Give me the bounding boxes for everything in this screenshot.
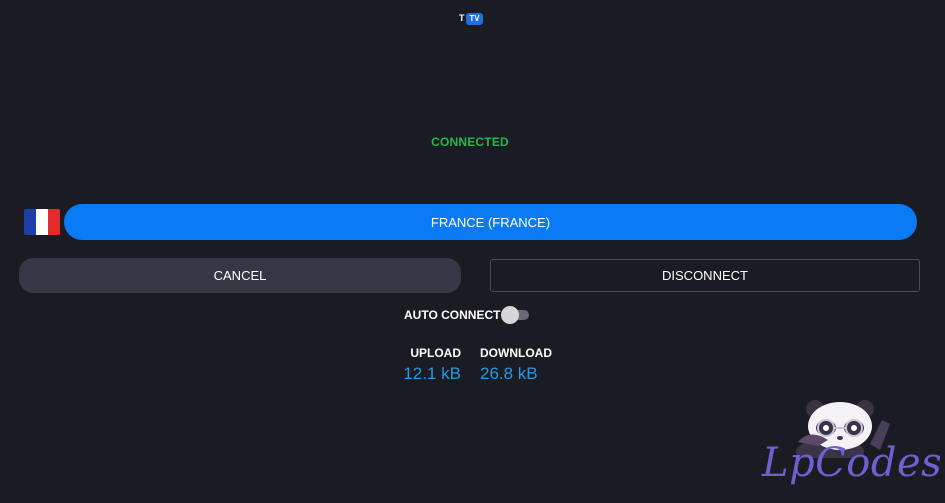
download-value: 26.8 kB	[480, 364, 538, 383]
download-label: DOWNLOAD	[480, 346, 552, 360]
cancel-button[interactable]: CANCEL	[19, 258, 461, 293]
cancel-label: CANCEL	[213, 268, 267, 283]
logo-badge: TV	[466, 13, 483, 25]
server-select-button[interactable]: FRANCE (FRANCE)	[64, 204, 917, 240]
auto-connect-toggle[interactable]	[501, 306, 530, 324]
connection-status: CONNECTED	[431, 135, 509, 149]
vpn-screen: T TV CONNECTED FRANCE (FRANCE) CANCEL DI…	[0, 0, 945, 503]
download-stat: DOWNLOAD 26.8 kB	[480, 346, 552, 385]
upload-stat: UPLOAD 12.1 kB	[403, 346, 461, 385]
server-label: FRANCE (FRANCE)	[430, 214, 551, 230]
disconnect-button[interactable]: DISCONNECT	[490, 259, 920, 292]
upload-label: UPLOAD	[410, 346, 461, 360]
logo-letter: T	[459, 13, 465, 23]
auto-connect-label: AUTO CONNECT	[404, 308, 501, 322]
toggle-knob	[501, 306, 520, 324]
upload-value: 12.1 kB	[403, 364, 461, 383]
auto-connect-row: AUTO CONNECT	[404, 306, 530, 324]
disconnect-label: DISCONNECT	[662, 268, 748, 283]
france-flag-icon	[24, 209, 60, 235]
watermark-text: LpCodes	[762, 440, 943, 486]
app-logo: T TV	[458, 12, 486, 28]
watermark: LpCodes	[758, 398, 942, 498]
